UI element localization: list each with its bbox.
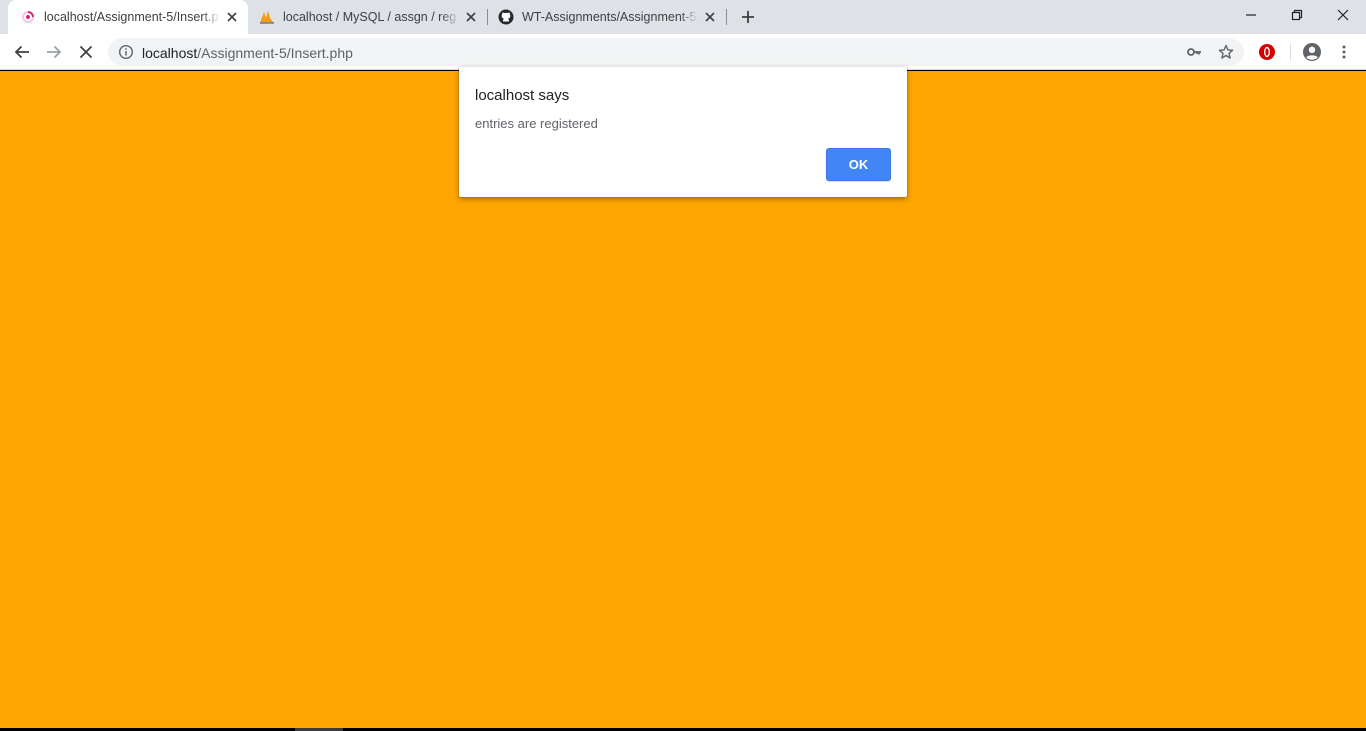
loading-spinner-icon bbox=[20, 9, 36, 25]
url-path: /Assignment-5/Insert.php bbox=[197, 45, 353, 61]
toolbar-separator bbox=[1290, 43, 1291, 61]
tab-title: localhost / MySQL / assgn / reg | bbox=[283, 10, 459, 24]
forward-arrow-icon[interactable] bbox=[42, 40, 66, 64]
url-host: localhost bbox=[142, 45, 198, 61]
close-tab-icon[interactable] bbox=[702, 9, 718, 25]
close-tab-icon[interactable] bbox=[224, 9, 240, 25]
profile-avatar-icon[interactable] bbox=[1302, 42, 1322, 62]
minimize-icon[interactable] bbox=[1228, 0, 1274, 30]
bookmark-star-icon[interactable] bbox=[1218, 44, 1234, 60]
close-window-icon[interactable] bbox=[1320, 0, 1366, 30]
tab-separator bbox=[726, 9, 727, 25]
tab-title: WT-Assignments/Assignment-5.h bbox=[522, 10, 698, 24]
tab-title: localhost/Assignment-5/Insert.ph bbox=[44, 10, 220, 24]
tab-phpmyadmin[interactable]: localhost / MySQL / assgn / reg | bbox=[247, 0, 487, 34]
phpmyadmin-icon bbox=[259, 9, 275, 25]
dialog-heading: localhost says bbox=[475, 87, 570, 104]
tab-strip: localhost/Assignment-5/Insert.ph localho… bbox=[0, 0, 1366, 34]
back-arrow-icon[interactable] bbox=[10, 40, 34, 64]
dialog-message: entries are registered bbox=[475, 116, 598, 131]
ok-button[interactable]: OK bbox=[826, 148, 891, 181]
restore-icon[interactable] bbox=[1274, 0, 1320, 30]
info-icon[interactable] bbox=[118, 44, 134, 60]
new-tab-icon[interactable] bbox=[738, 7, 758, 27]
opera-extension-icon[interactable] bbox=[1257, 42, 1277, 62]
stop-loading-icon[interactable] bbox=[74, 40, 98, 64]
tab-insert-php[interactable]: localhost/Assignment-5/Insert.ph bbox=[8, 0, 248, 34]
url-text: localhost/Assignment-5/Insert.php bbox=[142, 45, 353, 61]
github-icon bbox=[498, 9, 514, 25]
more-menu-icon[interactable] bbox=[1334, 42, 1354, 62]
tab-github[interactable]: WT-Assignments/Assignment-5.h bbox=[486, 0, 726, 34]
alert-dialog: localhost says entries are registered OK bbox=[459, 67, 907, 197]
key-icon[interactable] bbox=[1186, 44, 1202, 60]
address-bar[interactable]: localhost/Assignment-5/Insert.php bbox=[108, 38, 1244, 66]
browser-toolbar: localhost/Assignment-5/Insert.php bbox=[0, 34, 1366, 70]
close-tab-icon[interactable] bbox=[463, 9, 479, 25]
